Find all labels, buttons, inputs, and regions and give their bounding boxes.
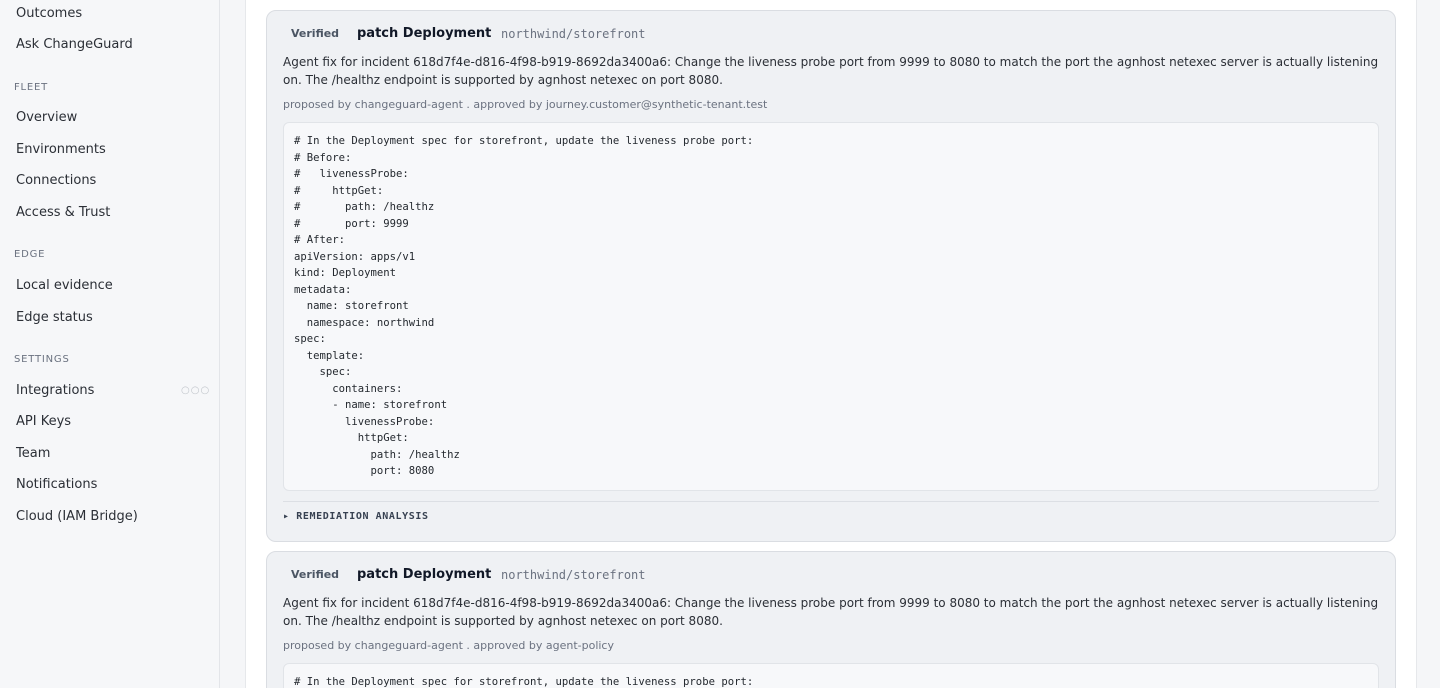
sidebar-section-fleet: FLEET: [14, 82, 49, 93]
sidebar-item-edge-status[interactable]: Edge status: [16, 310, 93, 325]
divider: [283, 501, 1379, 502]
sidebar-section-settings: SETTINGS: [14, 354, 70, 365]
patch-code-block: # In the Deployment spec for storefront,…: [283, 663, 1379, 688]
sidebar-item-environments[interactable]: Environments: [16, 142, 106, 157]
action-card: Verified patch Deployment northwind/stor…: [266, 551, 1396, 688]
sidebar-item-ask-changeguard[interactable]: Ask ChangeGuard: [16, 37, 133, 52]
status-badge: Verified: [291, 568, 340, 581]
loading-dots-icon: ○○○: [181, 385, 211, 396]
action-title: patch Deployment: [357, 26, 492, 41]
approval-meta: proposed by changeguard-agent . approved…: [283, 98, 768, 111]
action-title: patch Deployment: [357, 567, 492, 582]
sidebar-item-connections[interactable]: Connections: [16, 173, 96, 188]
target-resource: northwind/storefront: [501, 27, 646, 41]
card-header: Verified patch Deployment northwind/stor…: [291, 567, 1371, 586]
approval-meta: proposed by changeguard-agent . approved…: [283, 639, 614, 652]
sidebar-item-overview[interactable]: Overview: [16, 110, 77, 125]
sidebar-item-outcomes[interactable]: Outcomes: [16, 6, 82, 21]
sidebar: Outcomes Ask ChangeGuard FLEET Overview …: [0, 0, 220, 688]
action-description: Agent fix for incident 618d7f4e-d816-4f9…: [283, 596, 1379, 628]
card-header: Verified patch Deployment northwind/stor…: [291, 26, 1371, 45]
sidebar-section-edge: EDGE: [14, 249, 46, 260]
patch-code-block: # In the Deployment spec for storefront,…: [283, 122, 1379, 491]
status-badge: Verified: [291, 27, 340, 40]
main-content: Verified patch Deployment northwind/stor…: [245, 0, 1417, 688]
patch-code: # In the Deployment spec for storefront,…: [294, 676, 754, 688]
sidebar-item-access-trust[interactable]: Access & Trust: [16, 205, 110, 220]
target-resource: northwind/storefront: [501, 568, 646, 582]
action-card: Verified patch Deployment northwind/stor…: [266, 10, 1396, 542]
sidebar-item-team[interactable]: Team: [16, 446, 50, 461]
remediation-analysis-toggle[interactable]: ▸ REMEDIATION ANALYSIS: [283, 511, 429, 522]
action-description: Agent fix for incident 618d7f4e-d816-4f9…: [283, 55, 1379, 87]
sidebar-item-integrations[interactable]: Integrations: [16, 383, 94, 398]
sidebar-item-local-evidence[interactable]: Local evidence: [16, 278, 113, 293]
patch-code: # In the Deployment spec for storefront,…: [294, 135, 754, 477]
sidebar-item-api-keys[interactable]: API Keys: [16, 414, 71, 429]
sidebar-item-cloud-iam-bridge[interactable]: Cloud (IAM Bridge): [16, 509, 138, 524]
sidebar-item-notifications[interactable]: Notifications: [16, 477, 97, 492]
